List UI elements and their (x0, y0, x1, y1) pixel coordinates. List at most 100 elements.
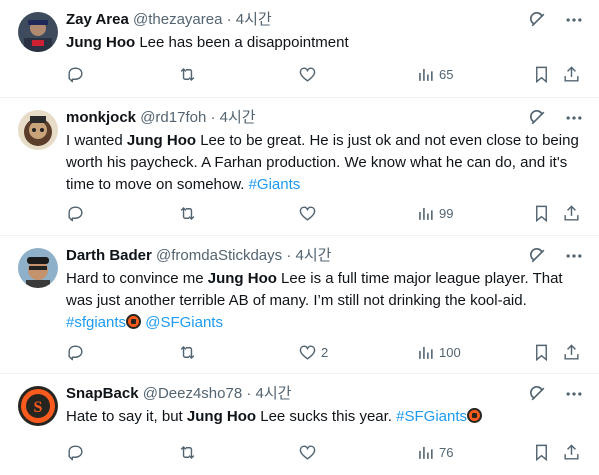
tweet-header: Zay Area @thezayarea · 4시간 (66, 10, 272, 30)
reply-icon (68, 444, 83, 460)
hashtag-link[interactable]: #SFGiants (396, 408, 467, 425)
keyword-highlight: Jung Hoo (66, 34, 136, 51)
bookmark-icon (536, 66, 547, 83)
avatar[interactable]: S (18, 386, 58, 426)
reply-icon (68, 344, 83, 360)
avatar[interactable] (18, 110, 58, 150)
view-count: 65 (439, 66, 454, 82)
author-handle[interactable]: @Deez4sho78 (143, 385, 242, 402)
tweet[interactable]: monkjock @rd17foh · 4시간 I wanted Jung Ho… (0, 98, 599, 236)
views-button[interactable]: 65 (416, 63, 453, 85)
like-button[interactable] (298, 63, 321, 85)
bookmark-button[interactable] (532, 63, 551, 85)
bookmark-icon (536, 205, 547, 222)
tweet[interactable]: S SnapBack @Deez4sho78 · 4시간 Hate to say… (0, 374, 599, 475)
share-button[interactable] (562, 63, 581, 85)
views-button[interactable]: 100 (416, 341, 461, 363)
share-icon (564, 343, 579, 360)
sf-giants-emoji (467, 408, 483, 423)
action-bar: 65 (66, 63, 588, 85)
more-icon[interactable] (563, 245, 585, 267)
like-icon (299, 205, 316, 221)
retweet-button[interactable] (178, 202, 201, 224)
views-icon (419, 346, 433, 359)
avatar[interactable] (18, 12, 58, 52)
like-button[interactable] (298, 202, 321, 224)
share-button[interactable] (562, 441, 581, 463)
timestamp[interactable]: 4시간 (256, 385, 292, 402)
retweet-icon (180, 445, 195, 459)
like-count: 2 (321, 344, 329, 360)
hashtag-link[interactable]: #Giants (249, 176, 301, 193)
bookmark-icon (536, 344, 547, 361)
separator: · (246, 385, 252, 402)
mention-link[interactable]: @SFGiants (145, 314, 223, 331)
author-name[interactable]: monkjock (66, 109, 136, 126)
author-name[interactable]: Zay Area (66, 11, 129, 28)
more-icon[interactable] (563, 383, 585, 405)
tweet-header: Darth Bader @fromdaStickdays · 4시간 (66, 246, 331, 266)
separator: · (210, 109, 216, 126)
like-button[interactable]: 2 (298, 341, 328, 363)
tweet-text-segment: Lee sucks this year. (256, 408, 397, 425)
views-icon (419, 207, 433, 220)
keyword-highlight: Jung Hoo (207, 270, 277, 287)
timestamp[interactable]: 4시간 (220, 109, 256, 126)
avatar[interactable] (18, 248, 58, 288)
grok-icon[interactable] (527, 245, 549, 267)
grok-icon[interactable] (527, 383, 549, 405)
tweet-text: Hard to convince me Jung Hoo Lee is a fu… (66, 268, 588, 334)
like-icon (299, 344, 316, 360)
reply-button[interactable] (66, 441, 89, 463)
view-count: 99 (439, 205, 454, 221)
reply-icon (68, 205, 83, 221)
timestamp[interactable]: 4시간 (236, 11, 272, 28)
hashtag-link[interactable]: #sfgiants (66, 314, 126, 331)
more-icon[interactable] (563, 9, 585, 31)
tweet[interactable]: Darth Bader @fromdaStickdays · 4시간 Hard … (0, 236, 599, 374)
bookmark-button[interactable] (532, 202, 551, 224)
bookmark-button[interactable] (532, 441, 551, 463)
sf-giants-emoji (126, 314, 142, 329)
like-icon (299, 444, 316, 460)
author-handle[interactable]: @rd17foh (140, 109, 206, 126)
like-icon (299, 66, 316, 82)
grok-icon[interactable] (527, 107, 549, 129)
tweet[interactable]: Zay Area @thezayarea · 4시간 Jung Hoo Lee … (0, 0, 599, 98)
author-name[interactable]: Darth Bader (66, 247, 152, 264)
views-button[interactable]: 76 (416, 441, 453, 463)
retweet-icon (180, 345, 195, 359)
reply-button[interactable] (66, 63, 89, 85)
view-count: 76 (439, 444, 454, 460)
retweet-button[interactable] (178, 341, 201, 363)
tweet-text-segment: Hard to convince me (66, 270, 208, 287)
reply-button[interactable] (66, 341, 89, 363)
action-bar: 2 100 (66, 341, 588, 363)
grok-icon[interactable] (527, 9, 549, 31)
reply-button[interactable] (66, 202, 89, 224)
views-icon (419, 68, 433, 81)
more-icon[interactable] (563, 107, 585, 129)
share-button[interactable] (562, 341, 581, 363)
tweet-header: monkjock @rd17foh · 4시간 (66, 108, 256, 128)
retweet-button[interactable] (178, 63, 201, 85)
tweet-text-segment: Hate to say it, but (66, 408, 187, 425)
author-name[interactable]: SnapBack (66, 385, 139, 402)
tweet-text: Hate to say it, but Jung Hoo Lee sucks t… (66, 406, 588, 428)
keyword-highlight: Jung Hoo (186, 408, 257, 425)
bookmark-button[interactable] (532, 341, 551, 363)
tweet-text-segment: I wanted (66, 132, 127, 149)
share-icon (564, 204, 579, 221)
like-button[interactable] (298, 441, 321, 463)
tweet-header: SnapBack @Deez4sho78 · 4시간 (66, 384, 291, 404)
view-count: 100 (439, 344, 461, 360)
timestamp[interactable]: 4시간 (295, 247, 331, 264)
retweet-button[interactable] (178, 441, 201, 463)
share-button[interactable] (562, 202, 581, 224)
author-handle[interactable]: @thezayarea (133, 11, 222, 28)
reply-icon (68, 66, 83, 82)
action-bar: 99 (66, 202, 588, 224)
views-button[interactable]: 99 (416, 202, 453, 224)
author-handle[interactable]: @fromdaStickdays (156, 247, 282, 264)
tweet-text: I wanted Jung Hoo Lee to be great. He is… (66, 130, 588, 196)
